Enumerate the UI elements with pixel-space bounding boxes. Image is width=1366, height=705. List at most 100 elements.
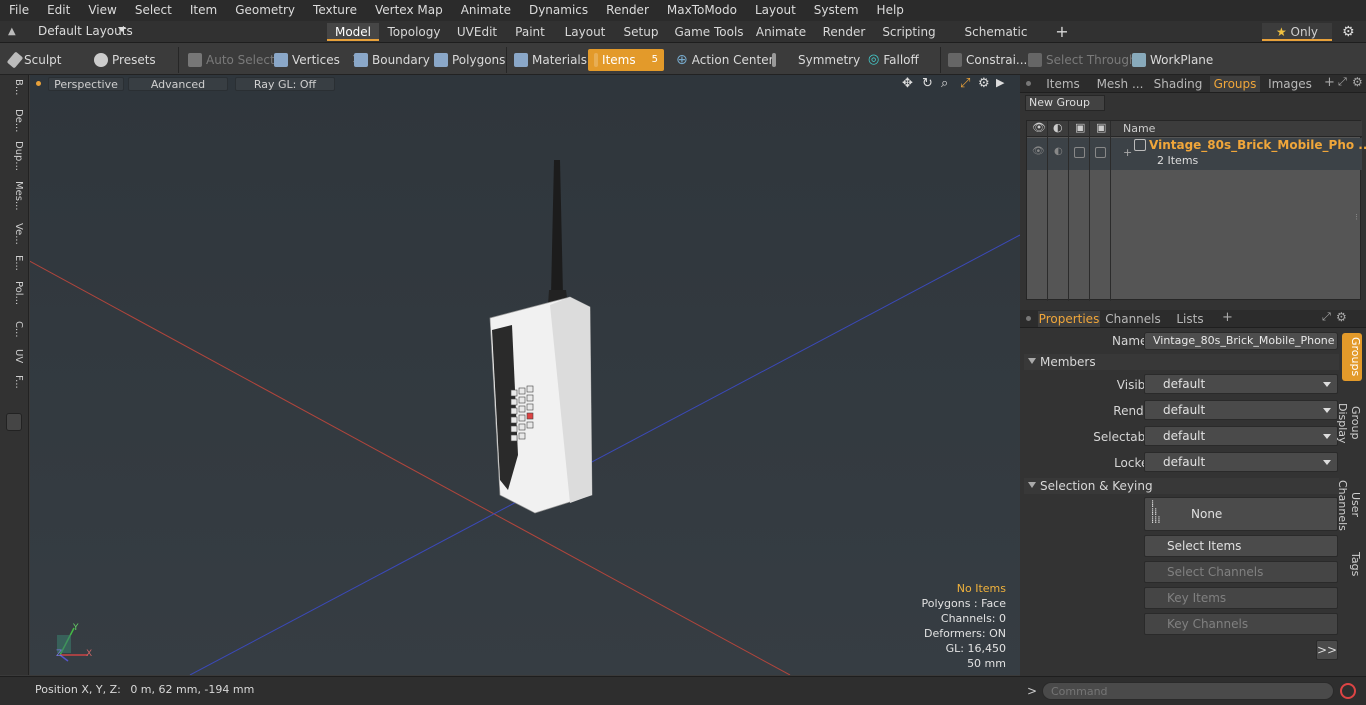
3d-viewport[interactable]: Y X Z Perspective Advanced Ray GL: Off ✥…	[30, 75, 1020, 675]
menu-layout[interactable]: Layout	[746, 0, 805, 21]
panel-gear-icon[interactable]: ⚙	[1352, 75, 1363, 89]
side-tab-tags[interactable]: Tags	[1342, 549, 1362, 579]
workplane-button[interactable]: WorkPlane	[1130, 49, 1213, 71]
ray-gl-button[interactable]: Ray GL: Off	[235, 77, 335, 91]
tab-images[interactable]: Images	[1264, 76, 1316, 92]
polygons-button[interactable]: Polygons	[432, 49, 505, 71]
select-channels-button[interactable]: Select Channels	[1144, 561, 1338, 583]
tab-properties[interactable]: Properties	[1038, 311, 1100, 327]
more-button[interactable]: >>	[1316, 640, 1338, 660]
menu-select[interactable]: Select	[126, 0, 181, 21]
tab-game-tools[interactable]: Game Tools	[674, 23, 744, 41]
render-dropdown[interactable]: default	[1144, 400, 1338, 420]
menu-help[interactable]: Help	[868, 0, 913, 21]
group-row[interactable]: 👁 ◐ + Vintage_80s_Brick_Mobile_Pho ... 2…	[1027, 138, 1366, 170]
advanced-button[interactable]: Advanced	[128, 77, 228, 91]
left-tab-vertex[interactable]: Ve...	[4, 223, 24, 245]
properties-menu-dot-icon[interactable]	[1026, 316, 1031, 321]
side-tab-group-display[interactable]: Group Display	[1336, 385, 1362, 461]
none-button[interactable]: ⁞ ⁞⁞ ⁞⁞⁞ None	[1144, 497, 1338, 531]
menu-file[interactable]: File	[0, 0, 38, 21]
visible-dropdown[interactable]: default	[1144, 374, 1338, 394]
tab-animate[interactable]: Animate	[752, 23, 810, 41]
add-tab-icon[interactable]: +	[1324, 75, 1335, 90]
tab-lists[interactable]: Lists	[1166, 311, 1214, 327]
side-tab-user-channels[interactable]: User Channels	[1336, 467, 1362, 543]
expand-panel-icon[interactable]: ⤢	[1338, 75, 1347, 89]
record-icon[interactable]	[1340, 683, 1356, 699]
tab-render[interactable]: Render	[818, 23, 870, 41]
menu-view[interactable]: View	[79, 0, 125, 21]
left-tab-basic[interactable]: B...	[4, 79, 24, 95]
left-tab-uv[interactable]: UV	[4, 349, 24, 363]
sculpt-button[interactable]: Sculpt	[6, 49, 61, 71]
group-name-field[interactable]: Vintage_80s_Brick_Mobile_Phone (4)	[1144, 332, 1338, 350]
presets-button[interactable]: Presets	[92, 49, 156, 71]
menu-system[interactable]: System	[805, 0, 868, 21]
vertices-button[interactable]: Vertices1	[272, 49, 358, 71]
tab-shading[interactable]: Shading	[1152, 76, 1204, 92]
tab-topology[interactable]: Topology	[384, 23, 444, 41]
command-input[interactable]	[1042, 682, 1334, 700]
members-section[interactable]: Members	[1024, 354, 1339, 370]
left-tab-duplicate[interactable]: Dup...	[4, 141, 24, 171]
select-through-button[interactable]: Select Through	[1026, 49, 1137, 71]
tab-setup[interactable]: Setup	[618, 23, 664, 41]
row-render-icon[interactable]: ◐	[1054, 146, 1063, 157]
row-lock-checkbox[interactable]	[1074, 147, 1085, 158]
constraints-button[interactable]: Constrai...	[946, 49, 1027, 71]
tab-model[interactable]: Model	[327, 23, 379, 41]
items-button[interactable]: Items 5	[588, 49, 664, 71]
boundary-button[interactable]: Boundary	[352, 49, 430, 71]
tab-paint[interactable]: Paint	[510, 23, 550, 41]
move-view-icon[interactable]: ✥	[902, 76, 913, 91]
menu-dynamics[interactable]: Dynamics	[520, 0, 597, 21]
viewport-gear-icon[interactable]: ⚙	[978, 76, 990, 91]
menu-animate[interactable]: Animate	[452, 0, 520, 21]
materials-button[interactable]: Materials	[512, 49, 587, 71]
perspective-button[interactable]: Perspective	[48, 77, 124, 91]
select-items-button[interactable]: Select Items	[1144, 535, 1338, 557]
menu-maxtomodo[interactable]: MaxToModo	[658, 0, 746, 21]
menu-edit[interactable]: Edit	[38, 0, 79, 21]
tab-scripting[interactable]: Scripting	[878, 23, 940, 41]
left-tab-deform[interactable]: De...	[4, 109, 24, 132]
row-select-checkbox[interactable]	[1095, 147, 1106, 158]
auto-select-button[interactable]: Auto Select	[186, 49, 275, 71]
zoom-view-icon[interactable]: ⌕	[941, 76, 948, 91]
menu-render[interactable]: Render	[597, 0, 658, 21]
menu-geometry[interactable]: Geometry	[226, 0, 304, 21]
menu-item[interactable]: Item	[181, 0, 226, 21]
expand-plus-icon[interactable]: +	[1123, 146, 1132, 159]
left-tab-polygon[interactable]: Pol...	[4, 281, 24, 305]
only-toggle[interactable]: ★ Only	[1262, 23, 1332, 41]
menu-vertex-map[interactable]: Vertex Map	[366, 0, 452, 21]
menu-texture[interactable]: Texture	[304, 0, 366, 21]
left-tab-mesh-edit[interactable]: Mes...	[4, 181, 24, 211]
key-items-button[interactable]: Key Items	[1144, 587, 1338, 609]
properties-gear-icon[interactable]: ⚙	[1336, 310, 1347, 324]
action-center-button[interactable]: ⊕ Action Center	[674, 49, 774, 71]
layout-collapse-icon[interactable]: ▲	[8, 26, 20, 38]
tab-channels[interactable]: Channels	[1104, 311, 1162, 327]
panel-menu-dot-icon[interactable]	[1026, 81, 1031, 86]
new-group-button[interactable]: New Group	[1025, 95, 1105, 111]
list-scroll-handle[interactable]: ⁝	[1355, 213, 1358, 223]
add-tab-button[interactable]: +	[1052, 23, 1072, 41]
selectable-dropdown[interactable]: default	[1144, 426, 1338, 446]
gear-icon[interactable]: ⚙	[1342, 24, 1355, 40]
locked-dropdown[interactable]: default	[1144, 452, 1338, 472]
left-tab-edge[interactable]: E...	[4, 255, 24, 271]
selection-keying-section[interactable]: Selection & Keying	[1024, 478, 1339, 494]
left-panel-toggle[interactable]	[6, 413, 22, 431]
fit-view-icon[interactable]: ⤢	[960, 76, 970, 91]
group-name[interactable]: Vintage_80s_Brick_Mobile_Pho ...	[1149, 138, 1366, 152]
tab-mesh[interactable]: Mesh ...	[1092, 76, 1148, 92]
left-tab-curve[interactable]: C...	[4, 321, 24, 338]
tab-uvedit[interactable]: UVEdit	[452, 23, 502, 41]
properties-expand-icon[interactable]: ⤢	[1322, 310, 1331, 324]
tab-layout[interactable]: Layout	[560, 23, 610, 41]
symmetry-button[interactable]: Symmetry	[770, 49, 860, 71]
falloff-button[interactable]: ◎ Falloff	[866, 49, 919, 71]
rotate-view-icon[interactable]: ↻	[922, 76, 933, 91]
